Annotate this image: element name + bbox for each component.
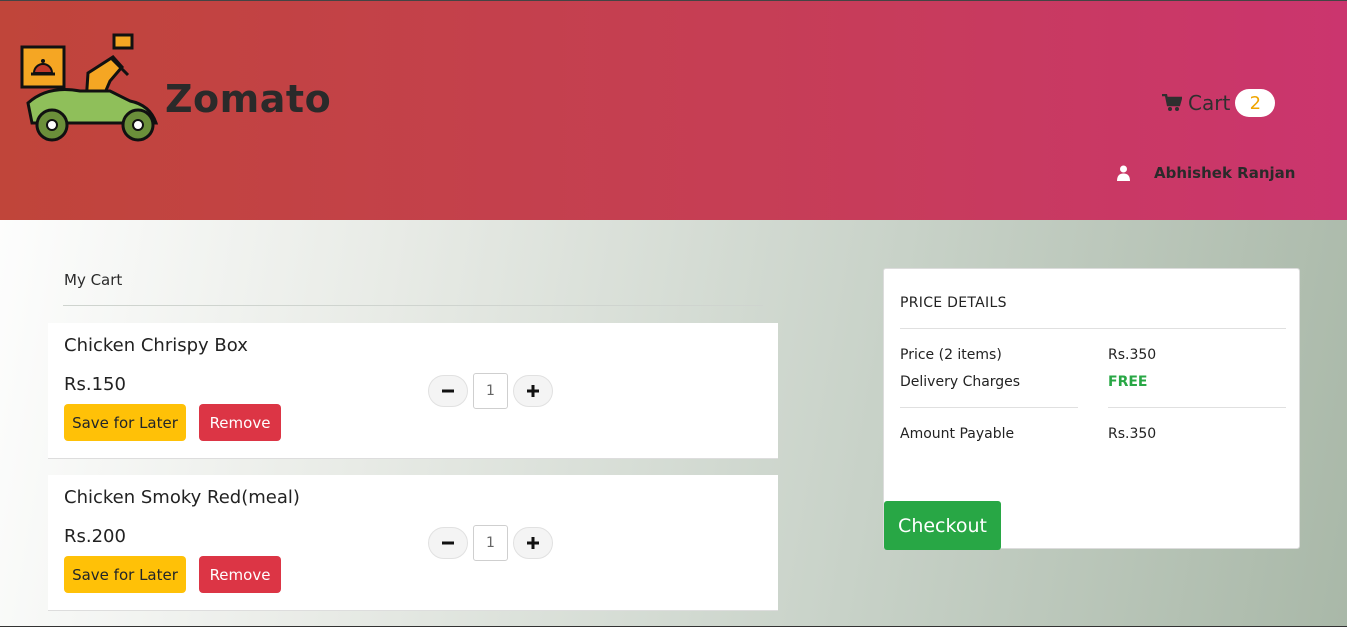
divider (900, 328, 1286, 329)
remove-button[interactable]: Remove (199, 556, 281, 593)
plus-icon (527, 385, 539, 397)
price-value: Rs.350 (1108, 347, 1157, 363)
quantity-input[interactable]: 1 (473, 525, 508, 561)
item-price: Rs.200 (64, 526, 126, 547)
quantity-stepper: 1 (428, 372, 553, 410)
checkout-button[interactable]: Checkout (884, 501, 1001, 550)
user-icon (1117, 165, 1130, 181)
minus-icon (442, 389, 454, 393)
item-name: Chicken Smoky Red(meal) (64, 487, 300, 508)
save-for-later-button[interactable]: Save for Later (64, 556, 186, 593)
remove-button[interactable]: Remove (199, 404, 281, 441)
site-header: Zomato Cart 2 Abhishek Ranjan (0, 0, 1347, 220)
brand-name[interactable]: Zomato (165, 77, 331, 121)
delivery-label: Delivery Charges (900, 374, 1021, 390)
cart-link[interactable]: Cart 2 (1162, 89, 1276, 117)
decrease-quantity-button[interactable] (428, 527, 468, 559)
delivery-value: FREE (1108, 374, 1148, 390)
plus-icon (527, 537, 539, 549)
delivery-scooter-logo[interactable] (18, 31, 164, 143)
increase-quantity-button[interactable] (513, 375, 553, 407)
amount-payable-label: Amount Payable (900, 426, 1015, 442)
item-name: Chicken Chrispy Box (64, 335, 248, 356)
quantity-stepper: 1 (428, 524, 553, 562)
item-price: Rs.150 (64, 374, 126, 395)
price-details-panel: PRICE DETAILS Price (2 items) Rs.350 Del… (883, 268, 1300, 550)
user-name: Abhishek Ranjan (1154, 164, 1296, 182)
decrease-quantity-button[interactable] (428, 375, 468, 407)
cart-item: Chicken Chrispy Box Rs.150 Save for Late… (48, 323, 778, 459)
cart-label: Cart (1188, 91, 1231, 115)
price-details-title: PRICE DETAILS (900, 295, 1007, 311)
minus-icon (442, 541, 454, 545)
user-menu[interactable]: Abhishek Ranjan (1117, 164, 1295, 182)
save-for-later-button[interactable]: Save for Later (64, 404, 186, 441)
divider (63, 305, 763, 306)
price-label: Price (2 items) (900, 347, 1002, 363)
amount-payable-value: Rs.350 (1108, 426, 1157, 442)
cart-count-badge: 2 (1235, 89, 1276, 117)
shopping-cart-icon (1162, 94, 1182, 111)
divider (1108, 407, 1286, 408)
divider (900, 407, 1078, 408)
quantity-input[interactable]: 1 (473, 373, 508, 409)
my-cart-heading: My Cart (64, 271, 123, 289)
cart-item: Chicken Smoky Red(meal) Rs.200 Save for … (48, 475, 778, 611)
increase-quantity-button[interactable] (513, 527, 553, 559)
